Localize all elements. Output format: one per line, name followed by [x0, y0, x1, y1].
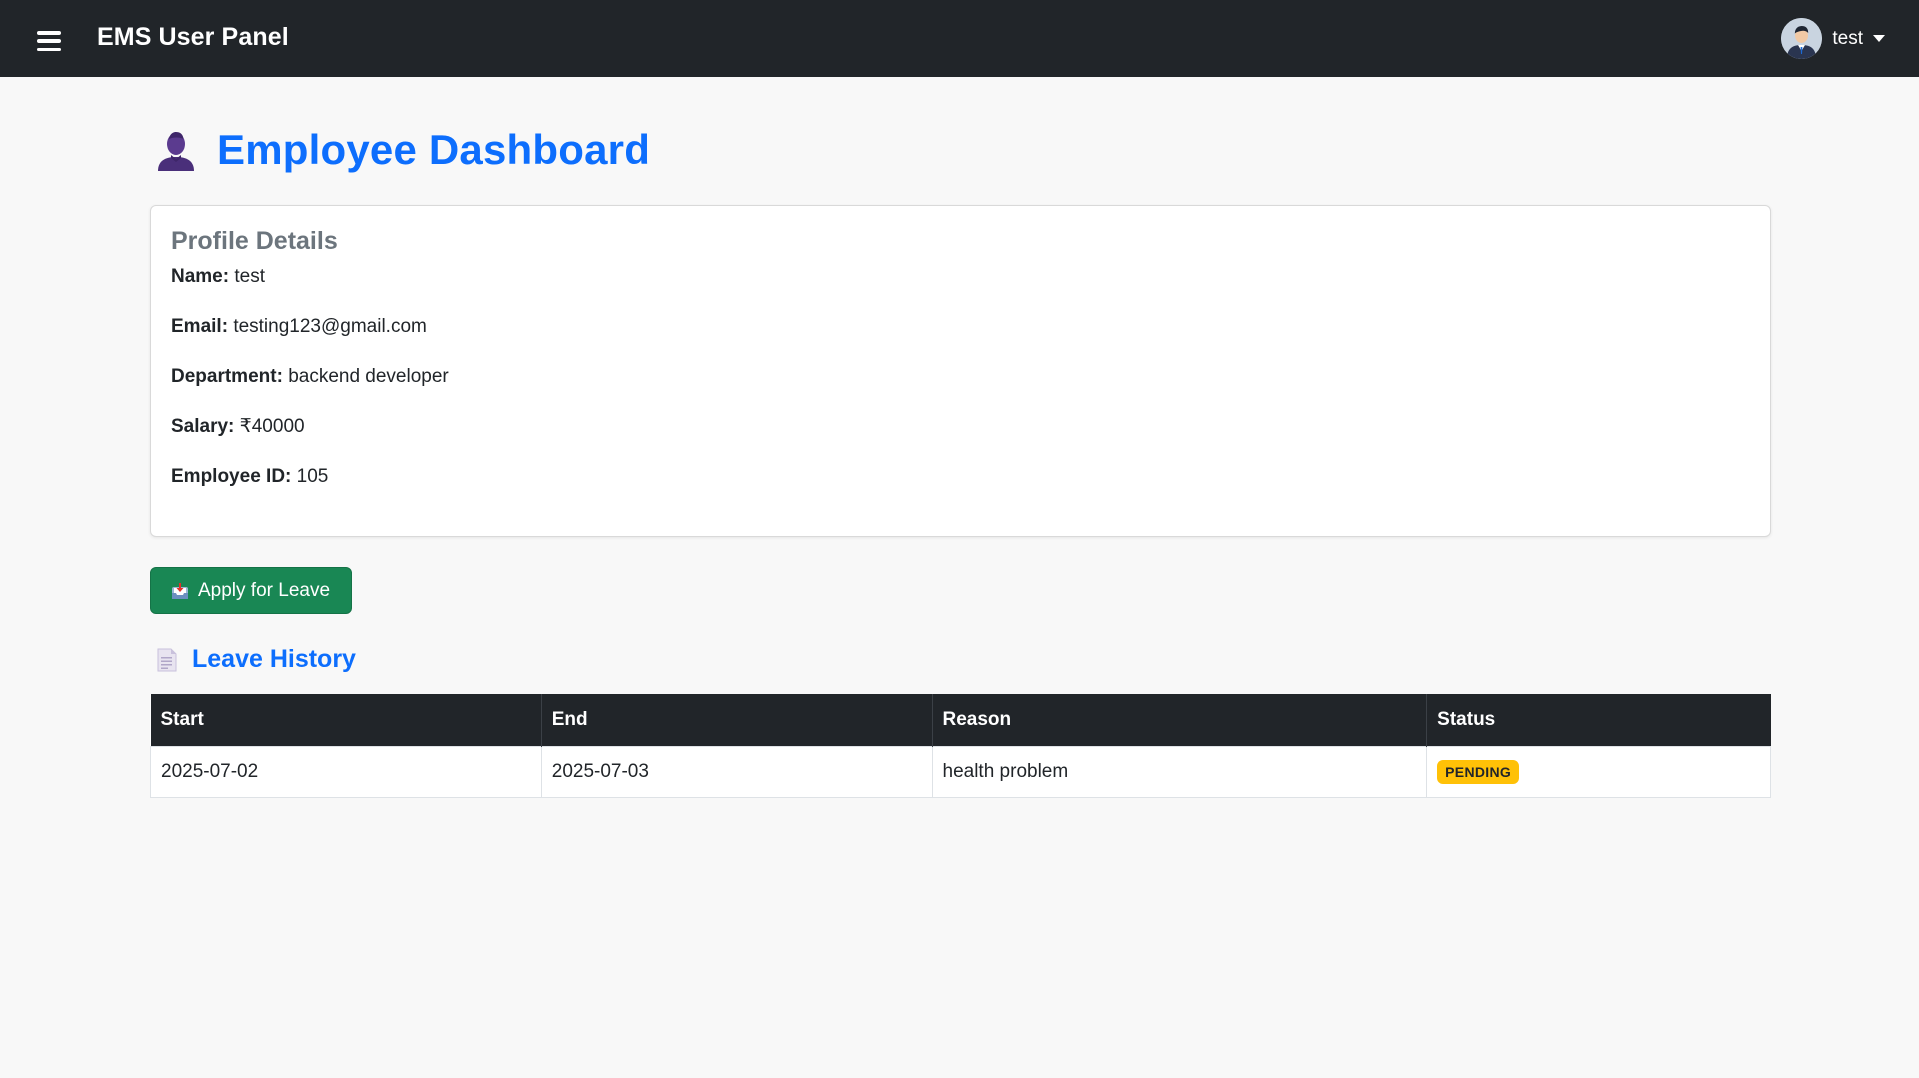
column-header-status: Status: [1426, 694, 1771, 746]
top-navbar: EMS User Panel test: [0, 0, 1919, 77]
profile-field-name: Name: test: [171, 265, 1750, 289]
avatar: [1781, 18, 1823, 59]
apply-leave-label: Apply for Leave: [198, 579, 331, 601]
hamburger-menu-icon[interactable]: [37, 31, 61, 51]
table-row: 2025-07-02 2025-07-03 health problem PEN…: [150, 745, 1771, 798]
column-header-start: Start: [150, 694, 542, 746]
profile-field-salary: Salary: ₹40000: [171, 415, 1750, 439]
cell-status: PENDING: [1426, 745, 1771, 798]
cell-start: 2025-07-02: [150, 745, 542, 798]
field-label: Name:: [171, 266, 230, 287]
cell-reason: health problem: [931, 745, 1428, 798]
profile-card: Profile Details Name: test Email: testin…: [150, 205, 1771, 537]
profile-field-department: Department: backend developer: [171, 365, 1750, 389]
field-value: backend developer: [288, 366, 449, 387]
profile-field-employee-id: Employee ID: 105: [171, 465, 1750, 489]
table-header-row: Start End Reason Status: [150, 694, 1771, 746]
column-header-end: End: [541, 694, 933, 746]
leave-history-title: Leave History: [192, 645, 356, 673]
apply-leave-button[interactable]: Apply for Leave: [150, 567, 352, 614]
person-silhouette-icon: [158, 132, 194, 171]
field-label: Salary:: [171, 416, 235, 437]
page-title-text: Employee Dashboard: [217, 126, 651, 173]
field-value: 105: [296, 466, 329, 487]
inbox-tray-icon: [172, 582, 188, 599]
field-value: test: [234, 266, 265, 287]
user-name: test: [1832, 27, 1863, 49]
caret-down-icon: [1873, 35, 1885, 42]
document-icon: [157, 648, 177, 671]
field-value: testing123@gmail.com: [233, 316, 427, 337]
field-label: Department:: [171, 366, 283, 387]
cell-end: 2025-07-03: [540, 745, 933, 798]
leave-history-table: Start End Reason Status 2025-07-02 2025-…: [150, 694, 1771, 798]
leave-history-heading: Leave History: [156, 645, 356, 674]
status-badge: PENDING: [1437, 759, 1520, 784]
field-value: ₹40000: [239, 416, 305, 437]
field-label: Email:: [171, 316, 229, 337]
field-label: Employee ID:: [171, 466, 292, 487]
user-dropdown-toggle[interactable]: test: [1781, 18, 1885, 59]
page-title: Employee Dashboard: [155, 126, 650, 174]
profile-card-title: Profile Details: [171, 227, 338, 255]
column-header-reason: Reason: [932, 694, 1428, 746]
brand-title[interactable]: EMS User Panel: [97, 23, 289, 52]
profile-field-email: Email: testing123@gmail.com: [171, 315, 1750, 339]
